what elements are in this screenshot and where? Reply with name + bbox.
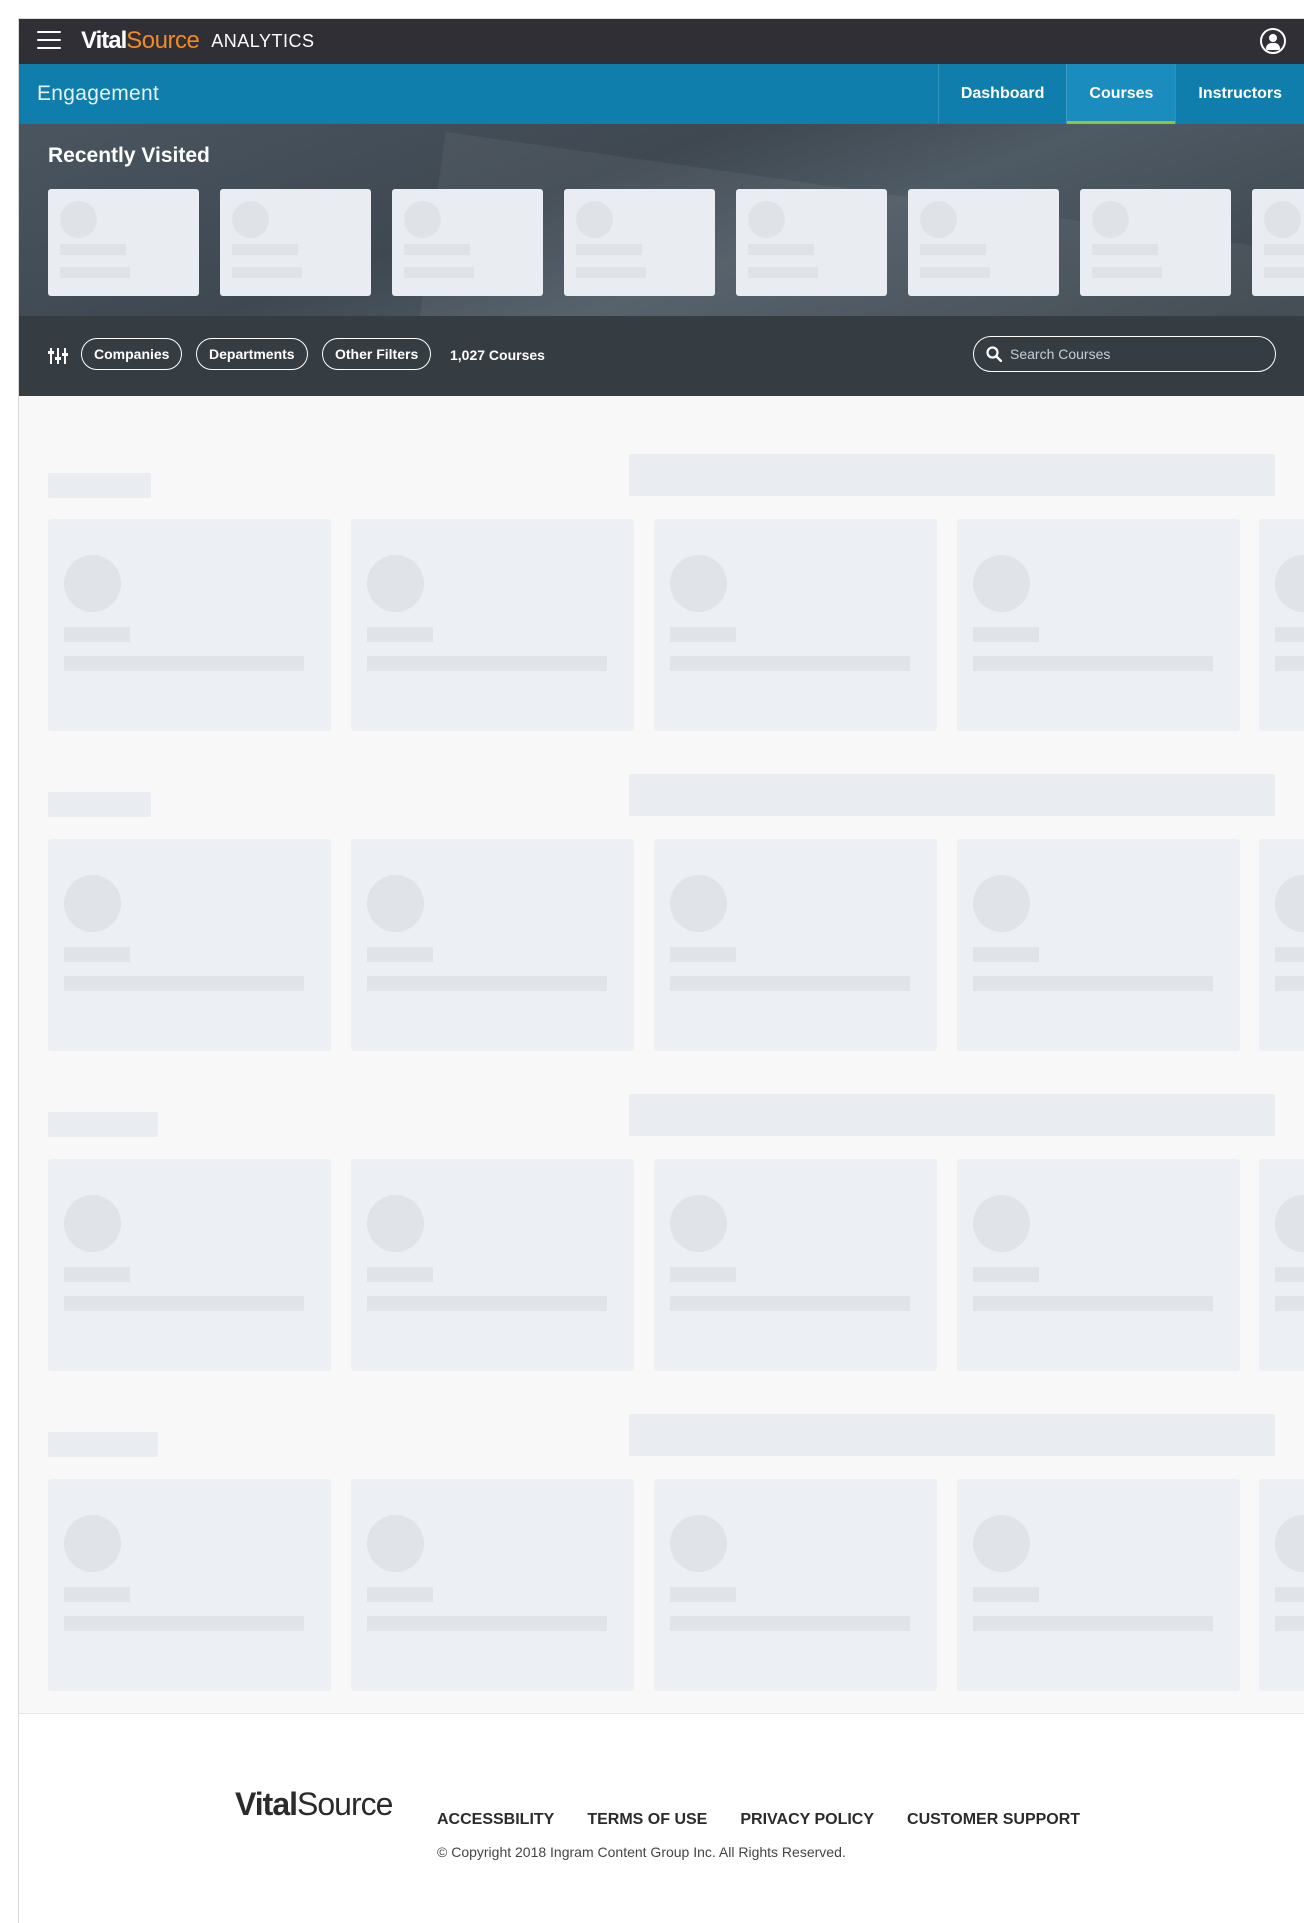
hamburger-icon[interactable] [37, 31, 61, 51]
loading-section [19, 756, 1304, 1051]
skeleton-card [957, 1159, 1240, 1371]
nav-bar: Engagement Dashboard Courses Instructors [19, 64, 1304, 124]
footer-logo-vital: Vital [235, 1786, 298, 1822]
recent-card-placeholder[interactable] [736, 189, 887, 296]
skeleton-card [351, 519, 634, 731]
recent-card-placeholder[interactable] [220, 189, 371, 296]
page-title: Engagement [37, 82, 160, 105]
skeleton-card [1259, 1159, 1304, 1371]
skeleton-card [48, 1159, 331, 1371]
course-count: 1,027 Courses [450, 347, 545, 363]
recently-visited-section: Recently Visited [19, 124, 1304, 316]
skeleton-card [654, 1159, 937, 1371]
skeleton-card [957, 519, 1240, 731]
nav-tabs: Dashboard Courses Instructors [937, 64, 1304, 124]
companies-filter-chip[interactable]: Companies [81, 338, 183, 370]
skeleton-card [48, 839, 331, 1051]
skeleton-card [654, 519, 937, 731]
skeleton-card [654, 839, 937, 1051]
footer-link-support[interactable]: CUSTOMER SUPPORT [907, 1811, 1080, 1829]
departments-filter-chip[interactable]: Departments [196, 338, 308, 370]
brand-logo[interactable]: Vital Source ANALYTICS [81, 25, 315, 57]
skeleton-bar [629, 774, 1275, 816]
brand-product: ANALYTICS [211, 30, 315, 51]
recent-card-placeholder[interactable] [1080, 189, 1231, 296]
loading-section [19, 1396, 1304, 1691]
footer-logo[interactable]: VitalSource [235, 1786, 393, 1823]
skeleton-card [351, 1479, 634, 1691]
search-input[interactable] [1010, 337, 1260, 370]
copyright: © Copyright 2018 Ingram Content Group In… [437, 1844, 846, 1860]
footer-link-privacy[interactable]: PRIVACY POLICY [740, 1811, 874, 1829]
app-frame: Vital Source ANALYTICS Engagement Dashbo… [18, 18, 1304, 1923]
other-filters-chip[interactable]: Other Filters [322, 338, 432, 370]
skeleton-bar [629, 1414, 1275, 1456]
loading-section [19, 1076, 1304, 1371]
skeleton-card [1259, 519, 1304, 731]
top-bar: Vital Source ANALYTICS [19, 19, 1304, 64]
skeleton-card [351, 1159, 634, 1371]
search-icon [986, 346, 1002, 362]
skeleton-label [48, 792, 151, 817]
user-circle-icon[interactable] [1260, 28, 1286, 54]
filter-bar: Companies Departments Other Filters 1,02… [19, 316, 1304, 396]
brand-source: Source [126, 27, 200, 54]
search-box[interactable] [973, 336, 1276, 372]
recent-card-placeholder[interactable] [564, 189, 715, 296]
footer-link-accessibility[interactable]: ACCESSBILITY [437, 1811, 554, 1829]
skeleton-label [48, 1112, 158, 1137]
sliders-icon[interactable] [48, 346, 68, 366]
skeleton-card [48, 519, 331, 731]
skeleton-card [654, 1479, 937, 1691]
skeleton-card [957, 1479, 1240, 1691]
footer-links: ACCESSBILITY TERMS OF USE PRIVACY POLICY… [437, 1811, 1080, 1829]
brand-vital: Vital [81, 27, 127, 54]
recently-visited-title: Recently Visited [48, 144, 210, 167]
skeleton-label [48, 473, 151, 498]
skeleton-card [1259, 839, 1304, 1051]
tab-dashboard[interactable]: Dashboard [937, 64, 1067, 124]
footer-link-terms[interactable]: TERMS OF USE [587, 1811, 707, 1829]
tab-instructors[interactable]: Instructors [1175, 64, 1304, 124]
skeleton-card [1259, 1479, 1304, 1691]
skeleton-card [351, 839, 634, 1051]
recent-card-placeholder[interactable] [908, 189, 1059, 296]
recent-card-placeholder[interactable] [1252, 189, 1304, 296]
skeleton-bar [629, 454, 1275, 496]
skeleton-label [48, 1432, 158, 1457]
skeleton-card [48, 1479, 331, 1691]
footer-logo-source: Source [297, 1786, 393, 1822]
skeleton-card [957, 839, 1240, 1051]
recent-card-placeholder[interactable] [48, 189, 199, 296]
loading-section [19, 436, 1304, 731]
tab-courses[interactable]: Courses [1066, 64, 1176, 124]
footer: VitalSource ACCESSBILITY TERMS OF USE PR… [19, 1713, 1304, 1923]
recent-card-placeholder[interactable] [392, 189, 543, 296]
skeleton-bar [629, 1094, 1275, 1136]
